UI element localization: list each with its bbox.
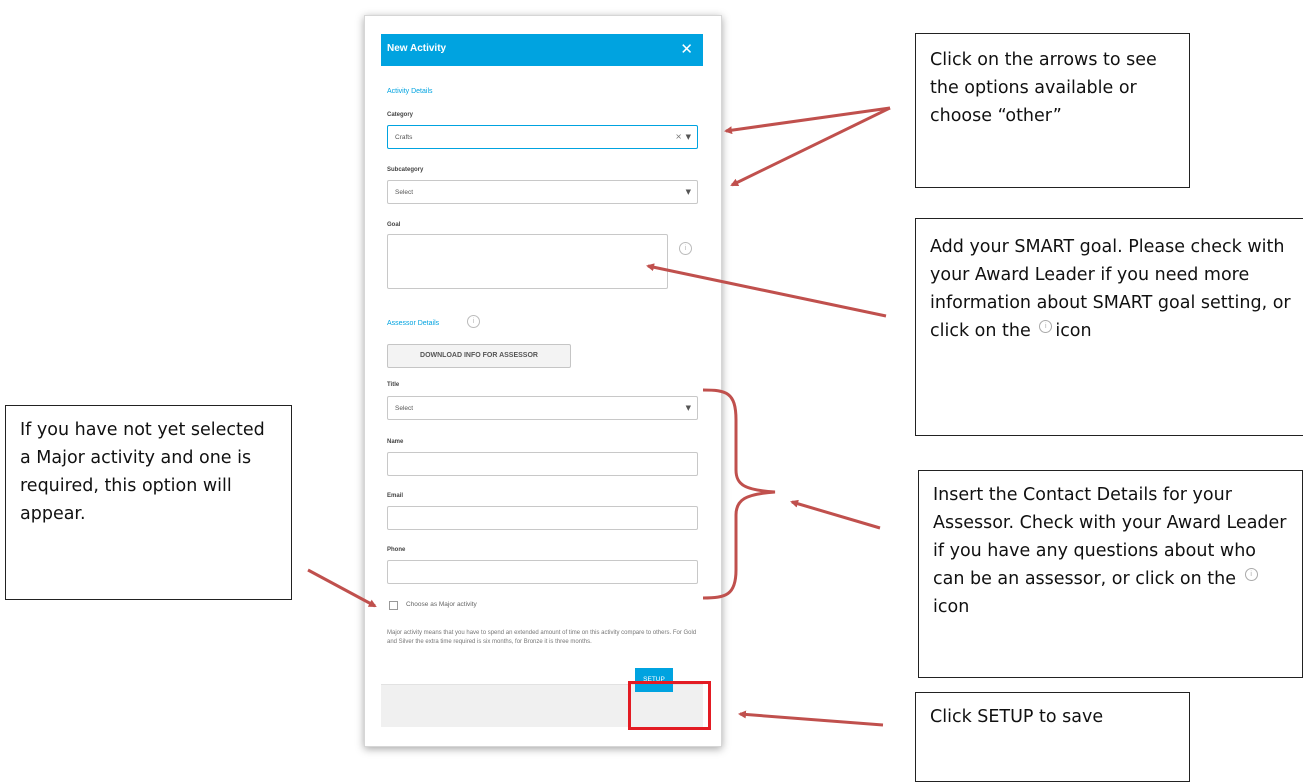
arrow-to-brace [790,499,881,530]
annotation-arrows [307,106,891,727]
assessor-brace [702,388,776,600]
arrow-to-goal [646,263,887,318]
arrow-to-checkbox [307,568,377,608]
arrow-to-setup [738,710,884,727]
